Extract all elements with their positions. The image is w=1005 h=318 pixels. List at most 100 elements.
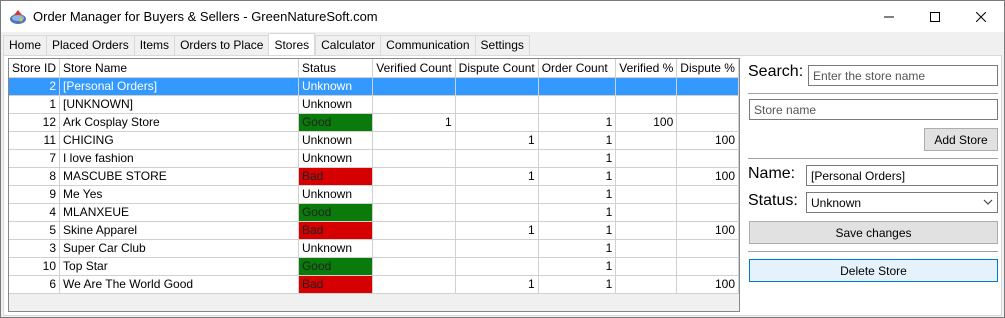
dispute-count-cell[interactable]	[455, 113, 539, 132]
dispute-count-cell[interactable]	[455, 149, 539, 168]
verified-pct-cell[interactable]	[615, 185, 678, 204]
column-header-order-count[interactable]: Order Count	[538, 59, 617, 78]
store-name-cell[interactable]: Super Car Club	[59, 239, 299, 258]
table-row[interactable]: 1 [UNKNOWN] Unknown	[9, 95, 739, 114]
dispute-count-cell[interactable]	[455, 185, 539, 204]
status-cell[interactable]: Unknown	[298, 149, 374, 168]
verified-pct-cell[interactable]	[615, 131, 678, 150]
dispute-count-cell[interactable]	[455, 95, 539, 114]
dispute-count-cell[interactable]: 1	[455, 221, 539, 240]
table-row[interactable]: 2 [Personal Orders] Unknown	[9, 77, 739, 96]
table-row[interactable]: 4 MLANXEUE Good 1	[9, 203, 739, 222]
verified-count-cell[interactable]	[372, 149, 456, 168]
dispute-count-cell[interactable]: 1	[455, 167, 539, 186]
order-count-cell[interactable]: 1	[538, 239, 617, 258]
order-count-cell[interactable]: 1	[538, 149, 617, 168]
store-name-cell[interactable]: I love fashion	[59, 149, 299, 168]
verified-count-cell[interactable]	[372, 257, 456, 276]
dispute-pct-cell[interactable]: 100	[676, 167, 739, 186]
order-count-cell[interactable]: 1	[538, 113, 617, 132]
store-id-cell[interactable]: 4	[9, 203, 61, 222]
order-count-cell[interactable]	[538, 77, 617, 96]
store-name-cell[interactable]: Top Star	[59, 257, 299, 276]
column-header-store-name[interactable]: Store Name	[59, 59, 299, 78]
dispute-count-cell[interactable]: 1	[455, 275, 539, 294]
status-cell[interactable]: Good	[298, 113, 374, 132]
column-header-dispute-count[interactable]: Dispute Count	[455, 59, 539, 78]
tab-home[interactable]: Home	[3, 35, 47, 55]
order-count-cell[interactable]	[538, 95, 617, 114]
store-name-cell[interactable]: CHICING	[59, 131, 299, 150]
store-name-cell[interactable]: MASCUBE STORE	[59, 167, 299, 186]
table-row[interactable]: 12 Ark Cosplay Store Good 1 1 100	[9, 113, 739, 132]
tab-orders-to-place[interactable]: Orders to Place	[174, 35, 269, 55]
store-id-cell[interactable]: 6	[9, 275, 61, 294]
store-name-cell[interactable]: [UNKNOWN]	[59, 95, 299, 114]
dispute-pct-cell[interactable]	[676, 185, 739, 204]
store-name-cell[interactable]: Skine Apparel	[59, 221, 299, 240]
verified-pct-cell[interactable]	[615, 77, 678, 96]
dispute-count-cell[interactable]	[455, 257, 539, 276]
dispute-pct-cell[interactable]	[676, 239, 739, 258]
delete-store-button[interactable]: Delete Store	[749, 259, 998, 282]
tab-calculator[interactable]: Calculator	[315, 35, 381, 55]
tab-items[interactable]: Items	[133, 35, 175, 55]
store-id-cell[interactable]: 3	[9, 239, 61, 258]
status-cell[interactable]: Good	[298, 203, 374, 222]
column-header-dispute-pct[interactable]: Dispute %	[676, 59, 739, 78]
dispute-count-cell[interactable]	[455, 77, 539, 96]
order-count-cell[interactable]: 1	[538, 275, 617, 294]
verified-pct-cell[interactable]: 100	[615, 113, 678, 132]
store-id-cell[interactable]: 7	[9, 149, 61, 168]
verified-count-cell[interactable]	[372, 239, 456, 258]
status-cell[interactable]: Good	[298, 257, 374, 276]
dispute-count-cell[interactable]	[455, 203, 539, 222]
order-count-cell[interactable]: 1	[538, 131, 617, 150]
store-id-cell[interactable]: 5	[9, 221, 61, 240]
table-row[interactable]: 6 We Are The World Good Bad 1 1 100	[9, 275, 739, 294]
column-header-verified-pct[interactable]: Verified %	[615, 59, 678, 78]
store-name-cell[interactable]: We Are The World Good	[59, 275, 299, 294]
column-header-status[interactable]: Status	[298, 59, 374, 78]
store-name-cell[interactable]: Ark Cosplay Store	[59, 113, 299, 132]
status-cell[interactable]: Bad	[298, 221, 374, 240]
store-name-cell[interactable]: Me Yes	[59, 185, 299, 204]
order-count-cell[interactable]: 1	[538, 257, 617, 276]
table-row[interactable]: 5 Skine Apparel Bad 1 1 100	[9, 221, 739, 240]
tab-stores[interactable]: Stores	[268, 33, 316, 56]
dispute-count-cell[interactable]: 1	[455, 131, 539, 150]
verified-count-cell[interactable]	[372, 275, 456, 294]
dispute-pct-cell[interactable]	[676, 203, 739, 222]
store-id-cell[interactable]: 1	[9, 95, 61, 114]
status-cell[interactable]: Unknown	[298, 95, 374, 114]
tab-placed-orders[interactable]: Placed Orders	[46, 35, 134, 55]
new-store-name-input[interactable]	[749, 99, 998, 120]
verified-pct-cell[interactable]	[615, 149, 678, 168]
store-id-cell[interactable]: 11	[9, 131, 61, 150]
table-row[interactable]: 3 Super Car Club Unknown 1	[9, 239, 739, 258]
table-row[interactable]: 9 Me Yes Unknown 1	[9, 185, 739, 204]
verified-count-cell[interactable]	[372, 77, 456, 96]
dispute-pct-cell[interactable]: 100	[676, 221, 739, 240]
verified-pct-cell[interactable]	[615, 257, 678, 276]
order-count-cell[interactable]: 1	[538, 221, 617, 240]
status-cell[interactable]: Bad	[298, 275, 374, 294]
table-row[interactable]: 10 Top Star Good 1	[9, 257, 739, 276]
verified-count-cell[interactable]	[372, 221, 456, 240]
dispute-pct-cell[interactable]	[676, 113, 739, 132]
tab-communication[interactable]: Communication	[380, 35, 475, 55]
store-id-cell[interactable]: 2	[9, 77, 61, 96]
order-count-cell[interactable]: 1	[538, 203, 617, 222]
order-count-cell[interactable]: 1	[538, 167, 617, 186]
dispute-pct-cell[interactable]: 100	[676, 131, 739, 150]
save-changes-button[interactable]: Save changes	[749, 221, 998, 244]
column-header-store-id[interactable]: Store ID	[9, 59, 61, 78]
maximize-button[interactable]	[912, 1, 958, 32]
store-name-cell[interactable]: MLANXEUE	[59, 203, 299, 222]
table-row[interactable]: 8 MASCUBE STORE Bad 1 1 100	[9, 167, 739, 186]
table-row[interactable]: 7I love fashion Unknown 1	[9, 149, 739, 168]
verified-count-cell[interactable]	[372, 95, 456, 114]
status-cell[interactable]: Unknown	[298, 239, 374, 258]
status-cell[interactable]: Bad	[298, 167, 374, 186]
store-id-cell[interactable]: 8	[9, 167, 61, 186]
